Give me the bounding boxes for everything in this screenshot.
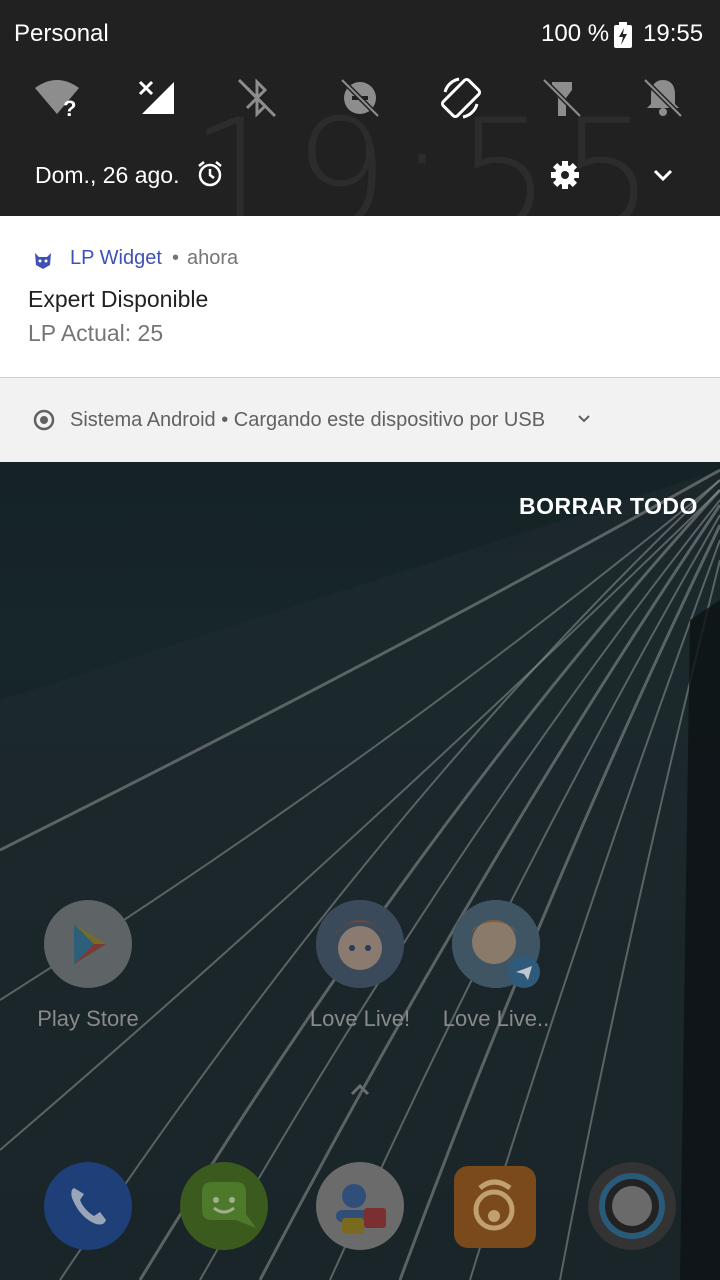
notification-title: Expert Disponible — [28, 286, 209, 312]
play-store-icon[interactable] — [44, 900, 132, 988]
notification-time: ahora — [187, 247, 239, 269]
do-not-disturb-icon[interactable] — [639, 74, 687, 122]
uc-browser-icon[interactable] — [454, 1166, 536, 1248]
notification-app-name: LP Widget — [70, 247, 162, 269]
camera-icon[interactable] — [588, 1162, 676, 1250]
lp-widget-app-icon — [32, 249, 54, 276]
contacts-icon[interactable] — [316, 1162, 404, 1250]
bluetooth-off-icon[interactable] — [233, 74, 281, 122]
svg-text:?: ? — [63, 96, 76, 121]
app-label: Love Live! — [309, 1006, 411, 1031]
notification-lp-widget[interactable]: LP Widget • ahora Expert Disponible LP A… — [0, 216, 720, 378]
app-drawer-arrow-icon[interactable] — [348, 1082, 372, 1103]
mobile-data-off-icon[interactable] — [136, 74, 184, 122]
data-saver-off-icon[interactable] — [336, 74, 384, 122]
date-label[interactable]: Dom., 26 ago. — [35, 162, 179, 189]
messaging-icon[interactable] — [180, 1162, 268, 1250]
battery-charging-icon — [614, 22, 632, 53]
chevron-down-icon[interactable] — [650, 165, 676, 190]
quick-settings-panel: 19:55 Personal 100 % 19:55 ? Dom., 26 ag… — [0, 0, 720, 216]
auto-rotate-icon[interactable] — [437, 74, 485, 122]
usb-charging-icon — [32, 408, 56, 437]
battery-percentage: 100 % — [541, 20, 610, 47]
expand-chevron-icon[interactable] — [576, 412, 592, 431]
app-label: Play Store — [37, 1006, 139, 1031]
carrier-name: Personal — [14, 20, 109, 47]
settings-gear-icon[interactable] — [550, 160, 580, 195]
notification-text: LP Actual: 25 — [28, 320, 164, 346]
notification-android-system[interactable]: Sistema Android • Cargando este disposit… — [0, 378, 720, 462]
clear-all-button[interactable]: BORRAR TODO — [519, 493, 698, 520]
alarm-icon[interactable] — [196, 160, 224, 193]
app-label: Love Live.. — [442, 1006, 550, 1031]
flashlight-off-icon[interactable] — [538, 74, 586, 122]
phone-icon[interactable] — [44, 1162, 132, 1250]
wifi-unknown-icon[interactable]: ? — [33, 74, 81, 122]
notification-separator: • — [172, 247, 180, 269]
love-live-app-icon[interactable] — [316, 900, 404, 988]
status-clock: 19:55 — [643, 20, 704, 47]
notification-summary-line: Sistema Android • Cargando este disposit… — [70, 409, 546, 431]
love-live-telegram-app-icon[interactable] — [452, 900, 540, 988]
